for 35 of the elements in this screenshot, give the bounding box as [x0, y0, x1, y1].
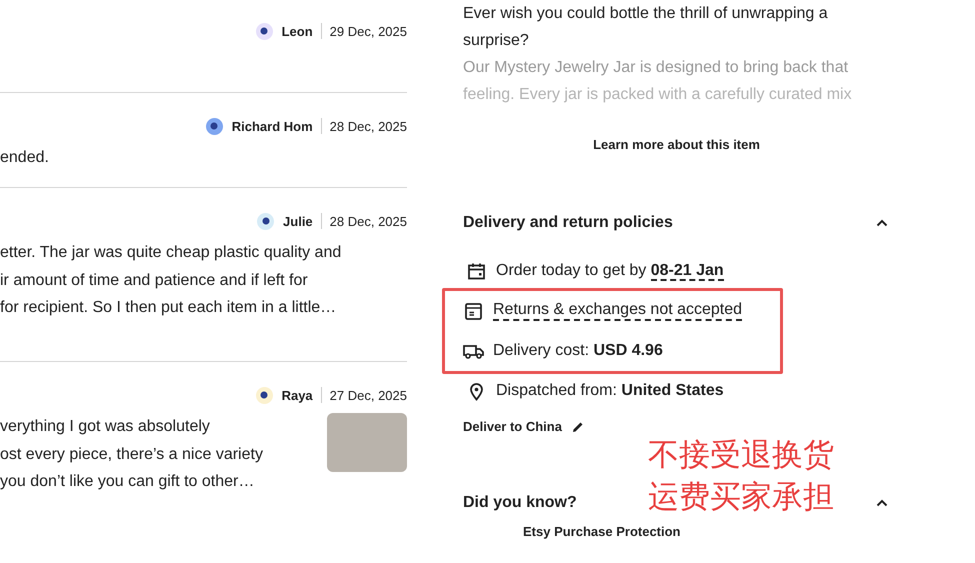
calendar-icon — [466, 262, 487, 280]
review-text: verything I got was absolutely — [0, 417, 211, 437]
reviewer-name[interactable]: Julie — [283, 214, 313, 228]
delivery-info: Order today to get by 08-21 Jan — [496, 262, 724, 280]
review-date: 27 Dec, 2025 — [330, 388, 407, 402]
review-text: etter. The jar was quite cheap plastic quality and — [0, 243, 342, 263]
pencil-icon[interactable] — [572, 420, 584, 432]
review-text: ir amount of time and patience and if left for — [0, 270, 309, 290]
review-text: ost every piece, there’s a nice variety — [0, 444, 263, 464]
section-title: Delivery and return policies — [463, 214, 673, 232]
document-icon — [463, 302, 484, 320]
reviewer-name[interactable]: Raya — [282, 388, 313, 402]
review-date: 28 Dec, 2025 — [330, 118, 407, 134]
description-text: surprise? — [463, 31, 530, 51]
review-text: you don’t like you can gift to other… — [0, 472, 256, 492]
description-text: Ever wish you could bottle the thrill of unwrapping a — [463, 4, 829, 24]
returns-policy-link[interactable]: Returns & exchanges not accepted — [493, 301, 742, 321]
delivery-info: Dispatched from: United States — [496, 382, 724, 400]
learn-more-button[interactable]: Learn more about this item — [585, 133, 768, 156]
section-title: Did you know? — [463, 494, 577, 512]
truck-icon — [463, 342, 484, 360]
reviewer-name[interactable]: Richard Hom — [232, 118, 313, 134]
protection-title: Etsy Purchase Protection — [523, 524, 682, 539]
reviewer-name[interactable]: Leon — [282, 24, 313, 38]
chevron-icon[interactable] — [876, 499, 888, 507]
delivery-info: Delivery cost: USD 4.96 — [493, 342, 663, 360]
review-text: ended. — [0, 148, 49, 168]
review-date: 28 Dec, 2025 — [330, 214, 407, 228]
review-date: 29 Dec, 2025 — [330, 24, 407, 38]
deliver-to-text[interactable]: Deliver to China — [463, 419, 562, 434]
annotation-text: 不接受退换货 运费买家承担 — [648, 436, 834, 517]
description-text: feeling. Every jar is packed with a carefully curated mix — [463, 85, 853, 105]
description-text: Our Mystery Jewelry Jar is designed to bring back that — [463, 58, 850, 78]
chevron-icon[interactable] — [876, 219, 888, 227]
review-text: for recipient. So I then put each item in a little… — [0, 298, 338, 318]
